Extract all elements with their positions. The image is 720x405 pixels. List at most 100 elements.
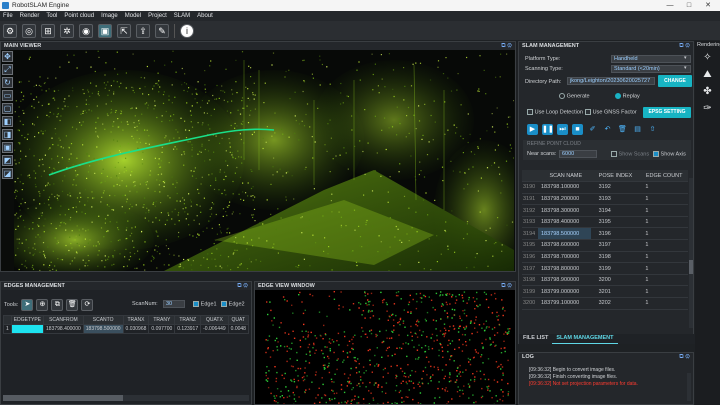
cube-bottom-icon[interactable]: ◪ xyxy=(2,168,13,179)
edges-scroll-thumb[interactable] xyxy=(3,395,123,401)
cube-back-icon[interactable]: ▣ xyxy=(2,142,13,153)
show-scans-checkbox[interactable]: Show Scans xyxy=(611,151,649,157)
target-icon[interactable]: ◎ xyxy=(22,23,36,38)
cube-iso-icon[interactable]: ◩ xyxy=(2,155,13,166)
table-row[interactable]: 3192 183798.300000 3194 1 xyxy=(522,204,688,217)
grid-icon[interactable]: ⊞ xyxy=(41,23,55,38)
menu-bar: File Render Tool Point cloud Image Model… xyxy=(0,11,720,21)
stop-icon[interactable]: ■ xyxy=(572,124,583,135)
loop-detection-checkbox[interactable]: Use Loop Detection xyxy=(527,109,583,116)
edges-panel-icons[interactable]: ⧉ ⚙ xyxy=(237,282,248,290)
edge-view-icons[interactable]: ⧉ ⚙ xyxy=(501,282,512,290)
menu-image[interactable]: Image xyxy=(101,13,118,19)
epsg-setting-button[interactable]: EPSG SETTING xyxy=(643,107,691,118)
menu-tool[interactable]: Tool xyxy=(46,13,57,19)
edge-view-canvas[interactable] xyxy=(255,291,515,404)
refresh-edge-icon[interactable]: ⟳ xyxy=(81,299,94,311)
scan-scroll-thumb[interactable] xyxy=(689,260,693,274)
change-button[interactable]: CHANGE xyxy=(658,75,692,87)
molecule-icon[interactable]: ✲ xyxy=(60,23,74,38)
edge2-toggle[interactable]: Edge2 xyxy=(221,301,245,308)
share-icon[interactable]: ⇪ xyxy=(136,23,150,38)
move-icon[interactable]: ✥ xyxy=(2,51,13,62)
table-row[interactable]: 3200 183799.100000 3202 1 xyxy=(522,297,688,310)
cube-front-icon[interactable]: ▢ xyxy=(2,103,13,114)
close-button[interactable]: ✕ xyxy=(700,1,716,10)
cube-right-icon[interactable]: ◨ xyxy=(2,129,13,140)
trash-icon[interactable]: 🗑 xyxy=(617,124,628,135)
edit-icon[interactable]: ✎ xyxy=(155,23,169,38)
upload-icon[interactable]: ⇧ xyxy=(647,124,658,135)
info-icon[interactable]: i xyxy=(180,23,194,38)
log-scrollbar[interactable] xyxy=(687,373,691,401)
menu-slam[interactable]: SLAM xyxy=(174,13,190,19)
copy-edge-icon[interactable]: ⧉ xyxy=(51,299,64,311)
select-cursor-icon[interactable]: ➤ xyxy=(21,299,34,311)
tab-slam-management[interactable]: SLAM MANAGEMENT xyxy=(552,334,618,344)
palette-icon[interactable]: ✤ xyxy=(703,86,711,97)
scan-cell-name: 183798.800000 xyxy=(538,262,591,275)
maximize-button[interactable]: □ xyxy=(681,1,697,10)
replay-option[interactable]: Replay xyxy=(615,93,640,100)
scan-cell-pose: 3198 xyxy=(590,251,638,264)
menu-render[interactable]: Render xyxy=(20,13,40,19)
scan-scrollbar[interactable] xyxy=(689,178,693,328)
table-row[interactable]: 3195 183798.600000 3197 1 xyxy=(522,239,688,252)
save-icon[interactable]: ▤ xyxy=(632,124,643,135)
table-row[interactable]: 3199 183799.000000 3201 1 xyxy=(522,285,688,299)
menu-project[interactable]: Project xyxy=(148,13,167,19)
table-row[interactable]: 3198 183798.900000 3200 1 xyxy=(522,274,688,287)
scan-cell-rn: 3197 xyxy=(522,262,538,275)
delete-edge-icon[interactable]: 🗑 xyxy=(66,299,79,311)
menu-point-cloud[interactable]: Point cloud xyxy=(64,13,94,19)
undo-icon[interactable]: ↶ xyxy=(602,124,613,135)
edges-hscrollbar[interactable] xyxy=(3,395,249,401)
edges-table-header: EDGETYPE SCANFROM SCANTO TRANX TRANY TRA… xyxy=(3,315,249,325)
slam-panel-icons[interactable]: ⧉ ⚙ xyxy=(679,42,690,50)
wand-icon[interactable]: ✧ xyxy=(703,52,711,63)
pause-icon[interactable]: ❚❚ xyxy=(542,124,554,135)
cube-left-icon[interactable]: ◧ xyxy=(2,116,13,127)
table-row[interactable]: 3193 183798.400000 3195 1 xyxy=(522,216,688,229)
paint-icon[interactable]: ✑ xyxy=(703,103,711,114)
cube-top-icon[interactable]: ▭ xyxy=(2,90,13,101)
robot-icon[interactable]: ⚙ xyxy=(3,23,17,38)
platform-select[interactable]: Handheld xyxy=(611,55,691,63)
fit-icon[interactable]: ⤢ xyxy=(2,64,13,75)
scan-cell-name: 183798.400000 xyxy=(538,216,591,229)
generate-option[interactable]: Generate xyxy=(559,93,590,100)
brush-icon[interactable]: ✐ xyxy=(587,124,598,135)
play-icon[interactable]: ▶ xyxy=(527,124,538,135)
scanning-select[interactable]: Standard (<20min) xyxy=(611,65,691,73)
export-icon[interactable]: ⇱ xyxy=(117,23,131,38)
layer-icon[interactable]: ▣ xyxy=(98,23,112,38)
table-row[interactable]: 3194 183798.500000 3196 1 xyxy=(522,227,688,241)
step-icon[interactable]: ⏭ xyxy=(557,124,568,135)
table-row[interactable]: 1 183798.400000 183798.500000 0.030968 0… xyxy=(3,324,249,334)
sphere-icon[interactable]: ◉ xyxy=(79,23,93,38)
rotate-icon[interactable]: ↻ xyxy=(2,77,13,88)
point-cloud-render xyxy=(14,50,514,271)
panel-float-icon[interactable]: ⧉ ⚙ xyxy=(501,42,512,50)
table-row[interactable]: 3196 183798.700000 3198 1 xyxy=(522,251,688,264)
scannum-input[interactable]: 30 xyxy=(163,300,185,308)
gnss-factor-checkbox[interactable]: Use GNSS Factor xyxy=(585,109,637,116)
log-panel-icons[interactable]: ⧉ ⚙ xyxy=(679,353,690,361)
menu-model[interactable]: Model xyxy=(125,13,141,19)
edges-col-scanto: SCANTO xyxy=(82,315,124,325)
near-scans-input[interactable]: 6000 xyxy=(559,150,597,158)
menu-about[interactable]: About xyxy=(197,13,213,19)
point-cloud-canvas[interactable] xyxy=(14,50,514,271)
mountain-icon[interactable]: ⛰ xyxy=(703,69,711,80)
table-row[interactable]: 3190 183798.100000 3192 1 xyxy=(522,181,688,194)
edge1-toggle[interactable]: Edge1 xyxy=(193,301,217,308)
table-row[interactable]: 3197 183798.800000 3199 1 xyxy=(522,262,688,275)
directory-input[interactable]: jkong/Leighton/20230620025727 xyxy=(567,77,655,85)
table-row[interactable]: 3191 183798.200000 3193 1 xyxy=(522,193,688,206)
tab-file-list[interactable]: FILE LIST xyxy=(519,334,552,344)
minimize-button[interactable]: — xyxy=(662,1,678,10)
show-scans-label: Show Scans xyxy=(618,151,650,158)
show-axis-checkbox[interactable]: Show Axis xyxy=(653,151,686,157)
menu-file[interactable]: File xyxy=(3,13,13,19)
add-edge-icon[interactable]: ⊕ xyxy=(36,299,49,311)
